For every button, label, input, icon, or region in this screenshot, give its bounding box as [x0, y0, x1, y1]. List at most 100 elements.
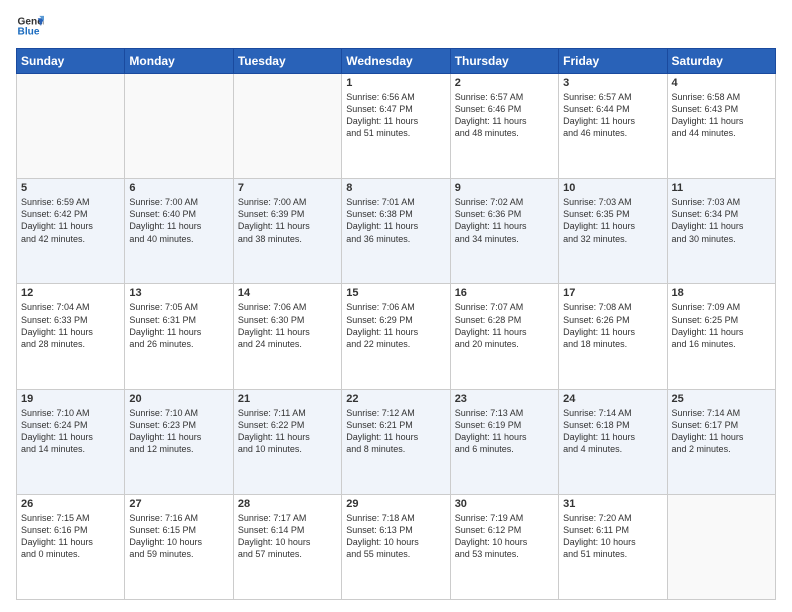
day-info: Sunrise: 7:12 AM Sunset: 6:21 PM Dayligh… [346, 407, 445, 456]
svg-text:Blue: Blue [18, 27, 40, 38]
day-info: Sunrise: 7:00 AM Sunset: 6:39 PM Dayligh… [238, 196, 337, 245]
day-info: Sunrise: 7:02 AM Sunset: 6:36 PM Dayligh… [455, 196, 554, 245]
calendar-cell: 13 Sunrise: 7:05 AM Sunset: 6:31 PM Dayli… [125, 284, 233, 389]
day-info: Sunrise: 7:06 AM Sunset: 6:29 PM Dayligh… [346, 301, 445, 350]
calendar-cell: 24 Sunrise: 7:14 AM Sunset: 6:18 PM Dayli… [559, 389, 667, 494]
calendar-cell: 3Sunrise: 6:57 AM Sunset: 6:44 PM Daylig… [559, 74, 667, 179]
calendar-cell [17, 74, 125, 179]
day-number: 22 [346, 393, 445, 405]
day-number: 21 [238, 393, 337, 405]
day-number: 16 [455, 287, 554, 299]
calendar-cell: 27 Sunrise: 7:16 AM Sunset: 6:15 PM Dayli… [125, 494, 233, 599]
calendar-cell: 25 Sunrise: 7:14 AM Sunset: 6:17 PM Dayli… [667, 389, 775, 494]
logo: General Blue [16, 12, 44, 40]
calendar-cell: 7 Sunrise: 7:00 AM Sunset: 6:39 PM Daylig… [233, 179, 341, 284]
calendar-cell: 17 Sunrise: 7:08 AM Sunset: 6:26 PM Dayli… [559, 284, 667, 389]
day-number: 7 [238, 182, 337, 194]
day-info: Sunrise: 7:19 AM Sunset: 6:12 PM Dayligh… [455, 512, 554, 561]
calendar-cell: 31 Sunrise: 7:20 AM Sunset: 6:11 PM Dayli… [559, 494, 667, 599]
weekday-header-saturday: Saturday [667, 49, 775, 74]
calendar-cell: 20 Sunrise: 7:10 AM Sunset: 6:23 PM Dayli… [125, 389, 233, 494]
calendar-cell: 26 Sunrise: 7:15 AM Sunset: 6:16 PM Dayli… [17, 494, 125, 599]
day-info: Sunrise: 7:16 AM Sunset: 6:15 PM Dayligh… [129, 512, 228, 561]
day-number: 25 [672, 393, 771, 405]
day-info: Sunrise: 7:11 AM Sunset: 6:22 PM Dayligh… [238, 407, 337, 456]
day-info: Sunrise: 7:10 AM Sunset: 6:24 PM Dayligh… [21, 407, 120, 456]
day-info: Sunrise: 7:03 AM Sunset: 6:34 PM Dayligh… [672, 196, 771, 245]
day-info: Sunrise: 7:04 AM Sunset: 6:33 PM Dayligh… [21, 301, 120, 350]
calendar-week-row: 26 Sunrise: 7:15 AM Sunset: 6:16 PM Dayli… [17, 494, 776, 599]
day-number: 11 [672, 182, 771, 194]
day-number: 2 [455, 77, 554, 89]
day-number: 14 [238, 287, 337, 299]
calendar-cell: 21 Sunrise: 7:11 AM Sunset: 6:22 PM Dayli… [233, 389, 341, 494]
calendar-cell: 16 Sunrise: 7:07 AM Sunset: 6:28 PM Dayli… [450, 284, 558, 389]
weekday-header-monday: Monday [125, 49, 233, 74]
day-number: 1 [346, 77, 445, 89]
calendar-cell: 30 Sunrise: 7:19 AM Sunset: 6:12 PM Dayli… [450, 494, 558, 599]
calendar-cell [233, 74, 341, 179]
day-info: Sunrise: 7:18 AM Sunset: 6:13 PM Dayligh… [346, 512, 445, 561]
day-info: Sunrise: 6:58 AM Sunset: 6:43 PM Dayligh… [672, 91, 771, 140]
weekday-header-thursday: Thursday [450, 49, 558, 74]
day-number: 6 [129, 182, 228, 194]
logo-icon: General Blue [16, 12, 44, 40]
day-info: Sunrise: 6:56 AM Sunset: 6:47 PM Dayligh… [346, 91, 445, 140]
day-number: 17 [563, 287, 662, 299]
calendar-cell: 11 Sunrise: 7:03 AM Sunset: 6:34 PM Dayli… [667, 179, 775, 284]
weekday-header-sunday: Sunday [17, 49, 125, 74]
day-info: Sunrise: 6:59 AM Sunset: 6:42 PM Dayligh… [21, 196, 120, 245]
day-info: Sunrise: 7:08 AM Sunset: 6:26 PM Dayligh… [563, 301, 662, 350]
day-info: Sunrise: 7:14 AM Sunset: 6:17 PM Dayligh… [672, 407, 771, 456]
day-info: Sunrise: 6:57 AM Sunset: 6:44 PM Dayligh… [563, 91, 662, 140]
day-info: Sunrise: 7:06 AM Sunset: 6:30 PM Dayligh… [238, 301, 337, 350]
calendar-week-row: 5 Sunrise: 6:59 AM Sunset: 6:42 PM Daylig… [17, 179, 776, 284]
calendar-cell: 29Sunrise: 7:18 AM Sunset: 6:13 PM Dayli… [342, 494, 450, 599]
calendar-cell: 23Sunrise: 7:13 AM Sunset: 6:19 PM Dayli… [450, 389, 558, 494]
day-info: Sunrise: 7:03 AM Sunset: 6:35 PM Dayligh… [563, 196, 662, 245]
calendar-cell: 8 Sunrise: 7:01 AM Sunset: 6:38 PM Daylig… [342, 179, 450, 284]
calendar-cell: 10Sunrise: 7:03 AM Sunset: 6:35 PM Dayli… [559, 179, 667, 284]
day-number: 5 [21, 182, 120, 194]
day-info: Sunrise: 7:07 AM Sunset: 6:28 PM Dayligh… [455, 301, 554, 350]
day-number: 27 [129, 498, 228, 510]
calendar-cell: 14 Sunrise: 7:06 AM Sunset: 6:30 PM Dayli… [233, 284, 341, 389]
day-number: 28 [238, 498, 337, 510]
calendar-cell: 12 Sunrise: 7:04 AM Sunset: 6:33 PM Dayli… [17, 284, 125, 389]
day-number: 19 [21, 393, 120, 405]
calendar-cell: 22 Sunrise: 7:12 AM Sunset: 6:21 PM Dayli… [342, 389, 450, 494]
day-number: 23 [455, 393, 554, 405]
day-number: 12 [21, 287, 120, 299]
day-number: 15 [346, 287, 445, 299]
calendar-cell: 15 Sunrise: 7:06 AM Sunset: 6:29 PM Dayli… [342, 284, 450, 389]
header: General Blue [16, 12, 776, 40]
calendar-cell: 5 Sunrise: 6:59 AM Sunset: 6:42 PM Daylig… [17, 179, 125, 284]
day-info: Sunrise: 7:10 AM Sunset: 6:23 PM Dayligh… [129, 407, 228, 456]
calendar-week-row: 12 Sunrise: 7:04 AM Sunset: 6:33 PM Dayli… [17, 284, 776, 389]
day-info: Sunrise: 7:01 AM Sunset: 6:38 PM Dayligh… [346, 196, 445, 245]
weekday-header-row: SundayMondayTuesdayWednesdayThursdayFrid… [17, 49, 776, 74]
calendar-cell: 1 Sunrise: 6:56 AM Sunset: 6:47 PM Daylig… [342, 74, 450, 179]
day-number: 24 [563, 393, 662, 405]
day-number: 8 [346, 182, 445, 194]
day-number: 26 [21, 498, 120, 510]
day-info: Sunrise: 7:09 AM Sunset: 6:25 PM Dayligh… [672, 301, 771, 350]
day-info: Sunrise: 6:57 AM Sunset: 6:46 PM Dayligh… [455, 91, 554, 140]
day-number: 13 [129, 287, 228, 299]
calendar-cell: 19 Sunrise: 7:10 AM Sunset: 6:24 PM Dayli… [17, 389, 125, 494]
day-number: 31 [563, 498, 662, 510]
calendar-cell: 9Sunrise: 7:02 AM Sunset: 6:36 PM Daylig… [450, 179, 558, 284]
day-number: 20 [129, 393, 228, 405]
calendar-cell: 28Sunrise: 7:17 AM Sunset: 6:14 PM Dayli… [233, 494, 341, 599]
day-info: Sunrise: 7:15 AM Sunset: 6:16 PM Dayligh… [21, 512, 120, 561]
calendar-table: SundayMondayTuesdayWednesdayThursdayFrid… [16, 48, 776, 600]
day-info: Sunrise: 7:20 AM Sunset: 6:11 PM Dayligh… [563, 512, 662, 561]
calendar-cell: 18Sunrise: 7:09 AM Sunset: 6:25 PM Dayli… [667, 284, 775, 389]
weekday-header-wednesday: Wednesday [342, 49, 450, 74]
day-number: 30 [455, 498, 554, 510]
page: General Blue SundayMondayTuesdayWednesda… [0, 0, 792, 612]
day-info: Sunrise: 7:05 AM Sunset: 6:31 PM Dayligh… [129, 301, 228, 350]
day-info: Sunrise: 7:14 AM Sunset: 6:18 PM Dayligh… [563, 407, 662, 456]
calendar-week-row: 1 Sunrise: 6:56 AM Sunset: 6:47 PM Daylig… [17, 74, 776, 179]
calendar-cell: 2 Sunrise: 6:57 AM Sunset: 6:46 PM Daylig… [450, 74, 558, 179]
